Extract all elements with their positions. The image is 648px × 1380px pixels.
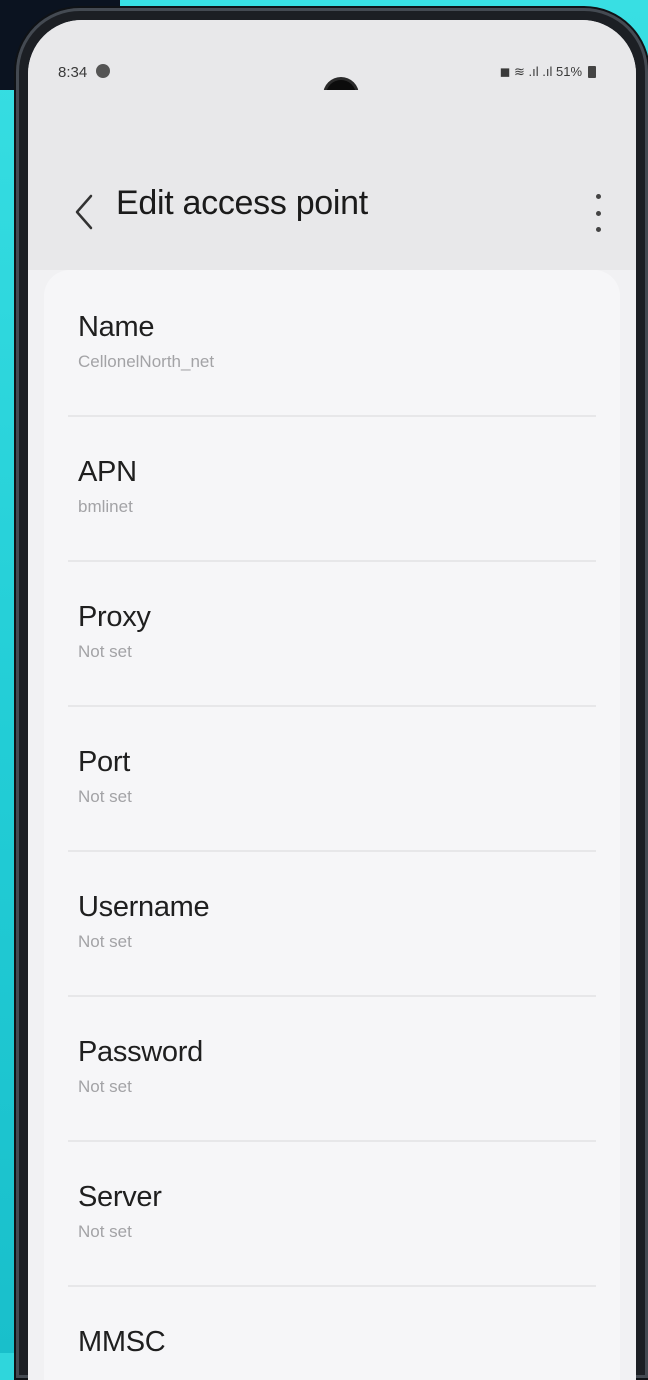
field-value: Not set [78,1222,132,1241]
field-value: bmlinet [78,497,133,516]
field-label: Port [78,746,130,778]
status-signal-text: ◼ ≋ .ıl .ıl 51% [499,64,582,79]
field-value: CellonelNorth_net [78,352,215,371]
more-dot [595,227,601,232]
field-proxy[interactable]: Proxy Not set [44,560,620,705]
field-port[interactable]: Port Not set [44,705,620,850]
gear-icon [96,64,110,78]
chevron-left-icon [75,194,93,230]
field-value: Not set [78,642,132,661]
app-bar: Edit access point [28,90,636,270]
phone-frame: 8:34 ◼ ≋ .ıl .ıl 51% Edit access point N… [16,8,648,1380]
phone-screen: 8:34 ◼ ≋ .ıl .ıl 51% Edit access point N… [28,20,636,1380]
field-value: Not set [78,932,132,951]
more-options-button[interactable] [586,190,610,236]
field-label: Server [78,1181,162,1213]
battery-icon [588,66,596,78]
field-value: Not set [78,787,132,806]
more-dot [595,210,601,216]
field-label: Password [78,1036,203,1068]
field-username[interactable]: Username Not set [44,850,620,995]
status-time: 8:34 [58,64,88,81]
field-label: MMSC [78,1326,166,1358]
more-vertical-icon [595,194,601,199]
field-label: Name [78,311,155,343]
status-bar: 8:34 ◼ ≋ .ıl .ıl 51% [28,20,636,90]
field-label: APN [78,456,137,488]
field-apn[interactable]: APN bmlinet [44,415,620,560]
field-label: Proxy [78,601,151,633]
field-label: Username [78,891,210,923]
page-title: Edit access point [116,184,368,222]
field-mmsc[interactable]: MMSC [44,1285,620,1380]
back-button[interactable] [66,190,102,234]
status-icons: ◼ ≋ .ıl .ıl 51% [500,64,596,80]
apn-settings-list: Name CellonelNorth_net APN bmlinet Proxy… [44,270,620,1380]
field-value: Not set [78,1077,132,1096]
field-password[interactable]: Password Not set [44,995,620,1140]
field-name[interactable]: Name CellonelNorth_net [44,270,620,415]
field-server[interactable]: Server Not set [44,1140,620,1285]
